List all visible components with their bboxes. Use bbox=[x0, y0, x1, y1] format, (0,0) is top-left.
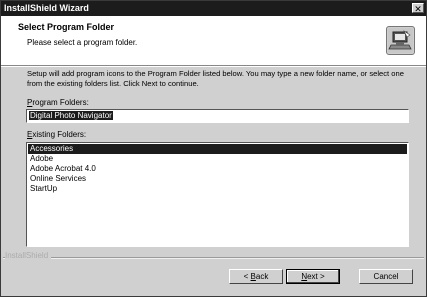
header-divider bbox=[1, 66, 426, 67]
installshield-brand: InstallShield bbox=[5, 251, 52, 260]
page-title: Select Program Folder bbox=[18, 22, 115, 32]
existing-folders-list[interactable]: Accessories Adobe Adobe Acrobat 4.0 Onli… bbox=[26, 142, 409, 247]
folder-item-adobe-acrobat[interactable]: Adobe Acrobat 4.0 bbox=[28, 164, 407, 174]
folder-item-adobe[interactable]: Adobe bbox=[28, 154, 407, 164]
wizard-header: Select Program Folder Please select a pr… bbox=[1, 16, 426, 66]
window-title: InstallShield Wizard bbox=[4, 3, 89, 13]
title-bar[interactable]: InstallShield Wizard ✕ bbox=[1, 1, 426, 16]
close-button[interactable]: ✕ bbox=[412, 3, 424, 14]
folder-item-accessories[interactable]: Accessories bbox=[28, 144, 407, 154]
page-subtitle: Please select a program folder. bbox=[27, 38, 138, 47]
cancel-button[interactable]: Cancel bbox=[359, 269, 413, 284]
separator-highlight bbox=[3, 258, 424, 259]
installshield-wizard-window: InstallShield Wizard ✕ Select Program Fo… bbox=[0, 0, 427, 297]
program-folders-label: Program Folders: bbox=[27, 98, 89, 107]
program-folder-value: Digital Photo Navigator bbox=[29, 111, 113, 120]
back-button[interactable]: < Back bbox=[229, 269, 283, 284]
close-icon: ✕ bbox=[414, 4, 422, 14]
program-folder-input[interactable]: Digital Photo Navigator bbox=[26, 109, 409, 123]
setup-computer-icon bbox=[386, 26, 415, 55]
folder-item-online-services[interactable]: Online Services bbox=[28, 174, 407, 184]
brand-separator: InstallShield bbox=[3, 251, 424, 263]
existing-folders-label: Existing Folders: bbox=[27, 130, 87, 139]
next-button[interactable]: Next > bbox=[286, 269, 340, 284]
instructions-text: Setup will add program icons to the Prog… bbox=[27, 69, 404, 88]
folder-item-startup[interactable]: StartUp bbox=[28, 184, 407, 194]
